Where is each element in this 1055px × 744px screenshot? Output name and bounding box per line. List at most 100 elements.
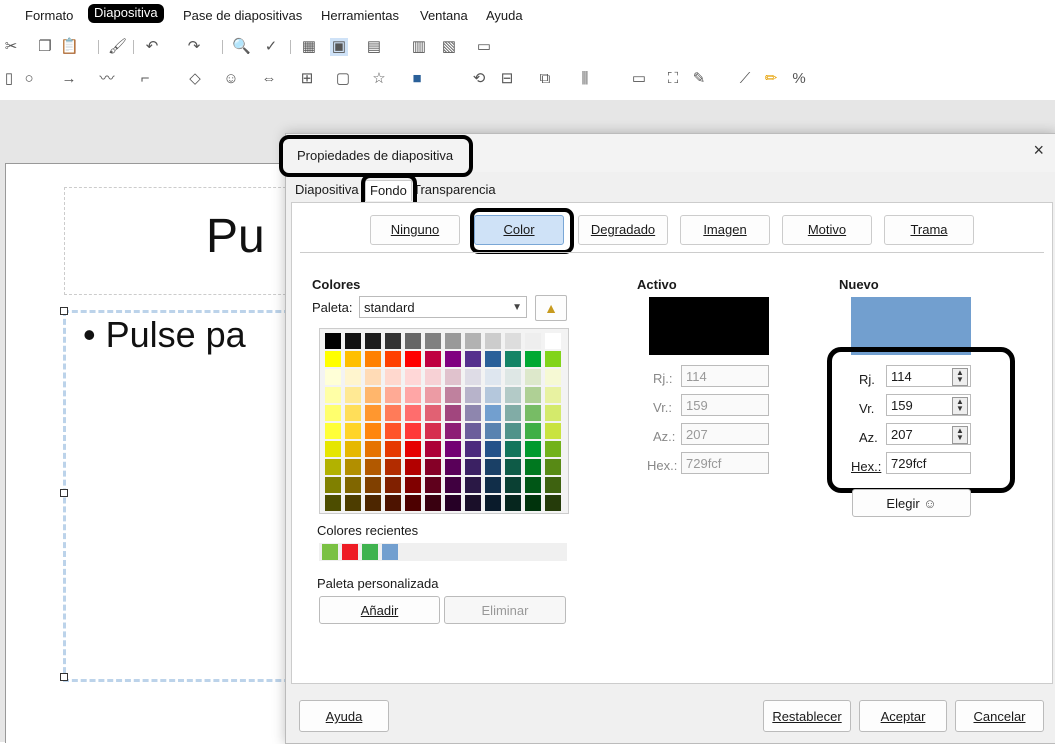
block-arrows-icon[interactable]: ⇔: [260, 70, 278, 88]
connector-icon[interactable]: ⌐: [136, 70, 154, 88]
color-swatch[interactable]: [445, 351, 461, 367]
help-button[interactable]: Ayuda: [299, 700, 389, 732]
color-swatch[interactable]: [425, 477, 441, 493]
cut-icon[interactable]: ✂: [2, 38, 20, 56]
color-swatch[interactable]: [545, 477, 561, 493]
helplines-icon[interactable]: ▣: [330, 38, 348, 56]
basic-shapes-icon[interactable]: ◇: [186, 70, 204, 88]
filter-icon[interactable]: ✎: [690, 70, 708, 88]
add-color-button[interactable]: Añadir: [319, 596, 440, 624]
color-swatch[interactable]: [365, 477, 381, 493]
paste-icon[interactable]: 📋: [60, 38, 79, 56]
undo-icon[interactable]: ↶: [143, 38, 161, 56]
3d-objects-icon[interactable]: ■: [408, 70, 426, 88]
color-swatch[interactable]: [385, 351, 401, 367]
color-swatch[interactable]: [545, 387, 561, 403]
align-icon[interactable]: ⊟: [498, 70, 516, 88]
reset-button[interactable]: Restablecer: [763, 700, 851, 732]
color-swatch[interactable]: [465, 333, 481, 349]
color-swatch[interactable]: [365, 405, 381, 421]
curve-icon[interactable]: 〰: [98, 70, 116, 88]
new-g-spinbox[interactable]: 159 ▲ ▼: [886, 394, 971, 416]
color-swatch[interactable]: [445, 333, 461, 349]
color-swatch[interactable]: [525, 495, 541, 511]
color-swatch[interactable]: [525, 477, 541, 493]
color-swatch[interactable]: [445, 387, 461, 403]
color-swatch[interactable]: [345, 333, 361, 349]
color-swatch[interactable]: [425, 459, 441, 475]
color-swatch[interactable]: [545, 333, 561, 349]
color-swatch[interactable]: [345, 459, 361, 475]
ninguno-button[interactable]: Ninguno: [370, 215, 460, 245]
color-swatch[interactable]: [345, 441, 361, 457]
choose-color-button[interactable]: Elegir ☺: [852, 489, 971, 517]
menu-ventana[interactable]: Ventana: [420, 8, 468, 23]
color-swatch[interactable]: [325, 495, 341, 511]
color-swatch[interactable]: [485, 387, 501, 403]
callouts-icon[interactable]: ▢: [334, 70, 352, 88]
color-swatch[interactable]: [365, 459, 381, 475]
color-swatch[interactable]: [385, 441, 401, 457]
color-swatch[interactable]: [325, 333, 341, 349]
color-swatch[interactable]: [385, 477, 401, 493]
color-swatch[interactable]: [365, 351, 381, 367]
color-swatch[interactable]: [465, 369, 481, 385]
color-swatch[interactable]: [405, 387, 421, 403]
color-swatch[interactable]: [425, 495, 441, 511]
shadow-icon[interactable]: ▭: [630, 70, 648, 88]
color-swatch[interactable]: [425, 369, 441, 385]
color-swatch[interactable]: [465, 441, 481, 457]
recent-colors-bar[interactable]: [319, 543, 567, 561]
color-swatch[interactable]: [385, 423, 401, 439]
color-swatch[interactable]: [325, 423, 341, 439]
delete-slide-icon[interactable]: ▧: [440, 38, 458, 56]
color-swatch[interactable]: [465, 477, 481, 493]
color-swatch[interactable]: [365, 333, 381, 349]
ellipse-icon[interactable]: ○: [20, 70, 38, 88]
new-r-spinbox[interactable]: 114 ▲ ▼: [886, 365, 971, 387]
color-swatch[interactable]: [425, 387, 441, 403]
color-swatch[interactable]: [325, 387, 341, 403]
resize-handle[interactable]: [60, 489, 68, 497]
color-swatch[interactable]: [345, 351, 361, 367]
recent-color-swatch[interactable]: [342, 544, 358, 560]
color-swatch[interactable]: [485, 423, 501, 439]
color-swatch[interactable]: [545, 351, 561, 367]
close-icon[interactable]: ×: [1033, 140, 1044, 161]
color-swatch[interactable]: [505, 423, 521, 439]
color-swatch[interactable]: [385, 387, 401, 403]
color-swatch[interactable]: [425, 423, 441, 439]
ok-button[interactable]: Aceptar: [859, 700, 947, 732]
stars-icon[interactable]: ☆: [370, 70, 388, 88]
color-swatch[interactable]: [525, 441, 541, 457]
color-swatch[interactable]: [445, 459, 461, 475]
color-swatch[interactable]: [505, 387, 521, 403]
color-swatch[interactable]: [405, 369, 421, 385]
color-swatch[interactable]: [525, 333, 541, 349]
color-swatch[interactable]: [365, 495, 381, 511]
tab-transparencia[interactable]: Transparencia: [409, 180, 500, 200]
color-swatch[interactable]: [505, 369, 521, 385]
color-swatch[interactable]: [545, 459, 561, 475]
grid-icon[interactable]: ▦: [300, 38, 318, 56]
redo-icon[interactable]: ↷: [185, 38, 203, 56]
color-swatch[interactable]: [405, 495, 421, 511]
color-swatch[interactable]: [385, 333, 401, 349]
color-swatch[interactable]: [465, 459, 481, 475]
color-swatch[interactable]: [505, 477, 521, 493]
color-swatch[interactable]: [445, 495, 461, 511]
color-swatch[interactable]: [545, 369, 561, 385]
palette-select[interactable]: standard ▼: [359, 296, 527, 318]
color-swatch[interactable]: [325, 441, 341, 457]
flowchart-icon[interactable]: ⊞: [298, 70, 316, 88]
color-swatch[interactable]: [365, 441, 381, 457]
color-swatch[interactable]: [325, 477, 341, 493]
spin-arrows-icon[interactable]: ▲ ▼: [952, 368, 968, 386]
resize-handle[interactable]: [60, 673, 68, 681]
color-swatch[interactable]: [525, 405, 541, 421]
master-slide-icon[interactable]: ▤: [365, 38, 383, 56]
symbol-shapes-icon[interactable]: ☺: [222, 70, 240, 88]
color-swatch[interactable]: [405, 423, 421, 439]
color-swatch[interactable]: [385, 405, 401, 421]
motivo-button[interactable]: Motivo: [782, 215, 872, 245]
